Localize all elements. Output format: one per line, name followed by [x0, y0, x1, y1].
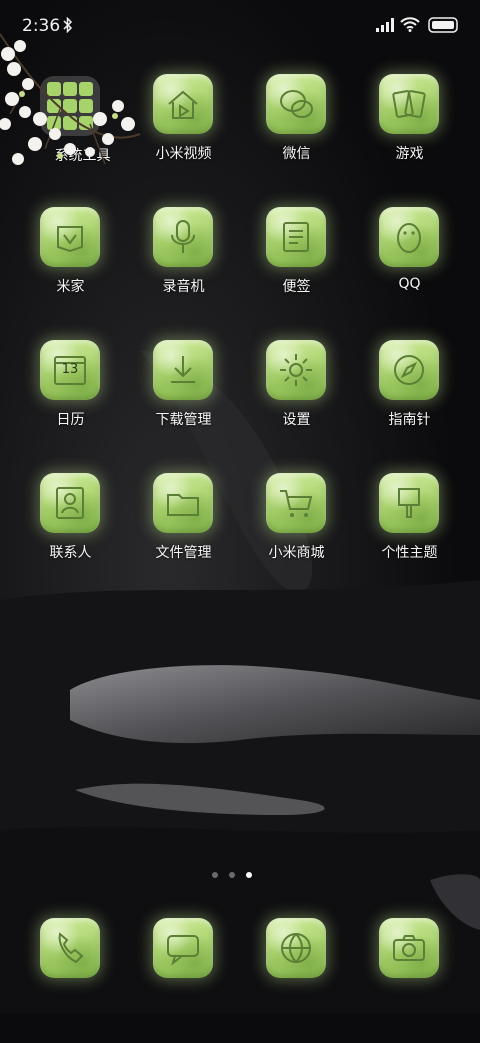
app-messages[interactable]	[127, 918, 240, 1043]
app-microphone[interactable]: 录音机	[127, 207, 240, 332]
app-label: 微信	[282, 146, 311, 162]
app-label: 小米商城	[268, 545, 325, 561]
app-label: 米家	[56, 279, 85, 295]
app-calendar[interactable]: 13 日历	[14, 340, 127, 465]
app-label: QQ	[398, 276, 421, 292]
app-file-manager[interactable]: 文件管理	[127, 473, 240, 598]
theme-icon	[379, 473, 439, 533]
camera-icon	[379, 918, 439, 978]
cards-icon	[379, 74, 439, 134]
cherry-blossom-decoration	[0, 33, 141, 165]
contacts-icon	[40, 473, 100, 533]
app-label: 游戏	[395, 146, 424, 162]
battery-icon	[428, 17, 458, 33]
messages-icon	[153, 918, 213, 978]
page-dot-active	[246, 872, 252, 878]
app-compass[interactable]: 指南针	[353, 340, 466, 465]
app-label: 文件管理	[155, 545, 212, 561]
app-theme[interactable]: 个性主题	[353, 473, 466, 598]
app-phone[interactable]	[14, 918, 127, 1043]
file-manager-icon	[153, 473, 213, 533]
notes-icon	[266, 207, 326, 267]
page-dot	[212, 872, 218, 878]
app-label: 个性主题	[381, 545, 438, 561]
page-dot	[229, 872, 235, 878]
app-penguin[interactable]: QQ	[353, 207, 466, 332]
app-mijia[interactable]: 米家	[14, 207, 127, 332]
app-settings[interactable]: 设置	[240, 340, 353, 465]
calendar-day: 13	[61, 362, 79, 377]
app-label: 设置	[282, 412, 311, 428]
settings-icon	[266, 340, 326, 400]
app-shopping-cart[interactable]: 小米商城	[240, 473, 353, 598]
app-label: 联系人	[49, 545, 92, 561]
app-camera[interactable]	[353, 918, 466, 1043]
shopping-cart-icon	[266, 473, 326, 533]
app-label: 便签	[282, 279, 311, 295]
wechat-icon	[266, 74, 326, 134]
video-house-icon	[153, 74, 213, 134]
compass-icon	[379, 340, 439, 400]
download-icon	[153, 340, 213, 400]
app-download[interactable]: 下载管理	[127, 340, 240, 465]
app-contacts[interactable]: 联系人	[14, 473, 127, 598]
app-wechat[interactable]: 微信	[240, 74, 353, 199]
phone-icon	[40, 918, 100, 978]
app-label: 录音机	[162, 279, 205, 295]
mijia-icon	[40, 207, 100, 267]
browser-icon	[266, 918, 326, 978]
microphone-icon	[153, 207, 213, 267]
penguin-icon	[379, 207, 439, 267]
app-browser[interactable]	[240, 918, 353, 1043]
app-notes[interactable]: 便签	[240, 207, 353, 332]
page-indicator	[0, 872, 480, 882]
app-label: 指南针	[388, 412, 431, 428]
app-label: 日历	[56, 412, 85, 428]
calendar-icon: 13	[40, 340, 100, 400]
app-label: 下载管理	[155, 412, 212, 428]
cell-signal-icon	[376, 18, 394, 32]
wifi-icon	[400, 17, 420, 32]
app-cards[interactable]: 游戏	[353, 74, 466, 199]
